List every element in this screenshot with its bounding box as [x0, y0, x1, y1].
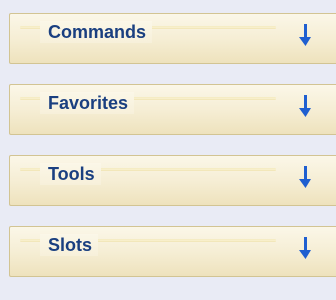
panel-slots[interactable]: Slots	[9, 226, 336, 277]
panel-favorites[interactable]: Favorites	[9, 84, 336, 135]
down-arrow-icon[interactable]	[298, 22, 312, 48]
panel-tools[interactable]: Tools	[9, 155, 336, 206]
panel-commands-label: Commands	[40, 21, 153, 43]
down-arrow-icon[interactable]	[298, 235, 312, 261]
panel-slots-label: Slots	[40, 234, 99, 256]
down-arrow-icon[interactable]	[298, 93, 312, 119]
down-arrow-icon[interactable]	[298, 164, 312, 190]
panel-tools-label: Tools	[40, 163, 101, 185]
panel-favorites-label: Favorites	[40, 92, 135, 114]
panel-commands[interactable]: Commands	[9, 13, 336, 64]
